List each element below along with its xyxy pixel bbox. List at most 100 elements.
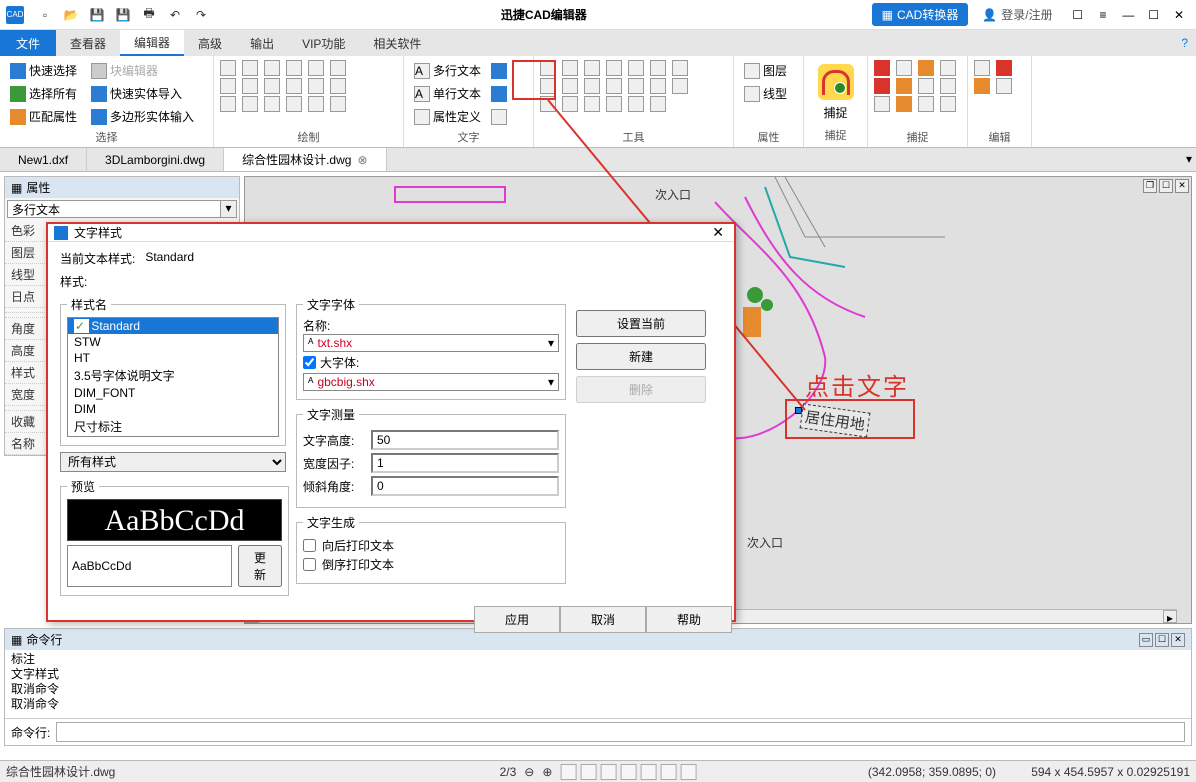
quick-select-button[interactable]: 快速选择 — [6, 60, 81, 81]
e11-icon[interactable] — [918, 96, 934, 112]
menu-icon[interactable]: ≡ — [1092, 4, 1114, 26]
combo-arrow-icon[interactable]: ▾ — [221, 200, 237, 218]
offset-icon[interactable] — [606, 78, 622, 94]
saveas-icon[interactable]: 💾 — [114, 6, 132, 24]
xline-icon[interactable] — [220, 96, 236, 112]
snap-button[interactable]: 捕捉 — [810, 60, 861, 125]
close-icon[interactable]: ✕ — [1168, 4, 1190, 26]
match-props-button[interactable]: 匹配属性 — [6, 106, 81, 127]
ed2-icon[interactable] — [996, 60, 1012, 76]
mirror-icon[interactable] — [672, 60, 688, 76]
chamfer-icon[interactable] — [562, 96, 578, 112]
new-icon[interactable]: ▫ — [36, 6, 54, 24]
trim-icon[interactable] — [584, 60, 600, 76]
tab-overflow-icon[interactable]: ▾ — [1182, 148, 1196, 171]
style-item[interactable]: 3.5号字体说明文字 — [68, 366, 278, 385]
stext-button[interactable]: A单行文本 — [410, 83, 485, 104]
dropdown-icon[interactable]: ▾ — [548, 375, 554, 389]
donut-icon[interactable] — [264, 96, 280, 112]
sb-ortho-icon[interactable] — [600, 764, 616, 780]
ellipse-icon[interactable] — [242, 78, 258, 94]
upsidedown-checkbox[interactable] — [303, 558, 316, 571]
rect-icon[interactable] — [264, 60, 280, 76]
canvas-close-icon[interactable]: ✕ — [1175, 179, 1189, 193]
save-icon[interactable]: 💾 — [88, 6, 106, 24]
style-item[interactable]: DIM — [68, 401, 278, 417]
apply-button[interactable]: 应用 — [474, 606, 560, 633]
copy-icon[interactable] — [540, 78, 556, 94]
login-button[interactable]: 👤 登录/注册 — [972, 6, 1062, 23]
e6-icon[interactable] — [896, 78, 912, 94]
leader-icon[interactable] — [628, 96, 644, 112]
tab-output[interactable]: 输出 — [236, 30, 288, 56]
sb-polar-icon[interactable] — [620, 764, 636, 780]
join-icon[interactable] — [650, 78, 666, 94]
circle-icon[interactable] — [220, 78, 236, 94]
tab-close-icon[interactable]: ⊗ — [357, 153, 367, 167]
cloud-icon[interactable] — [242, 96, 258, 112]
ed4-icon[interactable] — [996, 78, 1012, 94]
spline-icon[interactable] — [286, 78, 302, 94]
sb-otrack-icon[interactable] — [660, 764, 676, 780]
e3-icon[interactable] — [918, 60, 934, 76]
width-factor-input[interactable] — [371, 453, 559, 473]
scale-icon[interactable] — [562, 78, 578, 94]
dropdown-icon[interactable]: ▾ — [548, 336, 554, 350]
dim-icon[interactable] — [606, 96, 622, 112]
attr-def-button[interactable]: 属性定义 — [410, 106, 485, 127]
hatch-icon[interactable] — [308, 60, 324, 76]
lengthen-icon[interactable] — [584, 96, 600, 112]
move-icon[interactable] — [540, 60, 556, 76]
style-item-standard[interactable]: Standard — [68, 318, 278, 334]
sb-osnap-icon[interactable] — [640, 764, 656, 780]
stretch-icon[interactable] — [584, 78, 600, 94]
backwards-checkbox[interactable] — [303, 539, 316, 552]
tab-editor[interactable]: 编辑器 — [120, 30, 184, 56]
e7-icon[interactable] — [918, 78, 934, 94]
help-icon[interactable]: ? — [1181, 30, 1196, 56]
rotate-icon[interactable] — [562, 60, 578, 76]
extend-icon[interactable] — [606, 60, 622, 76]
preview-input[interactable] — [67, 545, 232, 587]
tab-related[interactable]: 相关软件 — [359, 30, 435, 56]
oblique-angle-input[interactable] — [371, 476, 559, 496]
text-height-input[interactable] — [371, 430, 559, 450]
line-icon[interactable] — [220, 60, 236, 76]
page-prev-icon[interactable]: ⊖ — [524, 765, 534, 779]
explode-icon[interactable] — [672, 78, 688, 94]
tab-viewer[interactable]: 查看器 — [56, 30, 120, 56]
maximize-icon[interactable]: ☐ — [1143, 4, 1165, 26]
file-menu[interactable]: 文件 — [0, 30, 56, 56]
e9-icon[interactable] — [874, 96, 890, 112]
settings-icon[interactable]: ☐ — [1067, 4, 1089, 26]
style-item[interactable]: 尺寸标注 — [68, 417, 278, 436]
region-icon[interactable] — [286, 60, 302, 76]
select-all-button[interactable]: 选择所有 — [6, 83, 81, 104]
e5-icon[interactable] — [874, 78, 890, 94]
sb-lwt-icon[interactable] — [680, 764, 696, 780]
style-item[interactable]: HT — [68, 350, 278, 366]
field-icon[interactable] — [491, 109, 507, 125]
align-icon[interactable] — [628, 60, 644, 76]
set-current-button[interactable]: 设置当前 — [576, 310, 706, 337]
tab-vip[interactable]: VIP功能 — [288, 30, 359, 56]
redo-icon[interactable]: ↷ — [192, 6, 210, 24]
command-input[interactable] — [56, 722, 1185, 742]
sb-snap-icon[interactable] — [560, 764, 576, 780]
page-next-icon[interactable]: ⊕ — [542, 765, 552, 779]
e2-icon[interactable] — [896, 60, 912, 76]
style-item[interactable]: DIM_FONT — [68, 385, 278, 401]
measure-icon[interactable] — [650, 96, 666, 112]
e4-icon[interactable] — [940, 60, 956, 76]
ed1-icon[interactable] — [974, 60, 990, 76]
text-edit-icon[interactable] — [491, 86, 507, 102]
text-style-icon[interactable] — [491, 63, 507, 79]
properties-header[interactable]: ▦属性 — [5, 177, 239, 198]
helix-icon[interactable] — [330, 96, 346, 112]
command-log[interactable]: 标注文字样式取消命令取消命令 — [5, 650, 1191, 718]
cad-convert-button[interactable]: ▦ CAD转换器 — [872, 3, 969, 26]
minimize-icon[interactable]: — — [1117, 4, 1139, 26]
canvas-max-icon[interactable]: ☐ — [1159, 179, 1173, 193]
ed3-icon[interactable] — [974, 78, 990, 94]
pline-icon[interactable] — [242, 60, 258, 76]
